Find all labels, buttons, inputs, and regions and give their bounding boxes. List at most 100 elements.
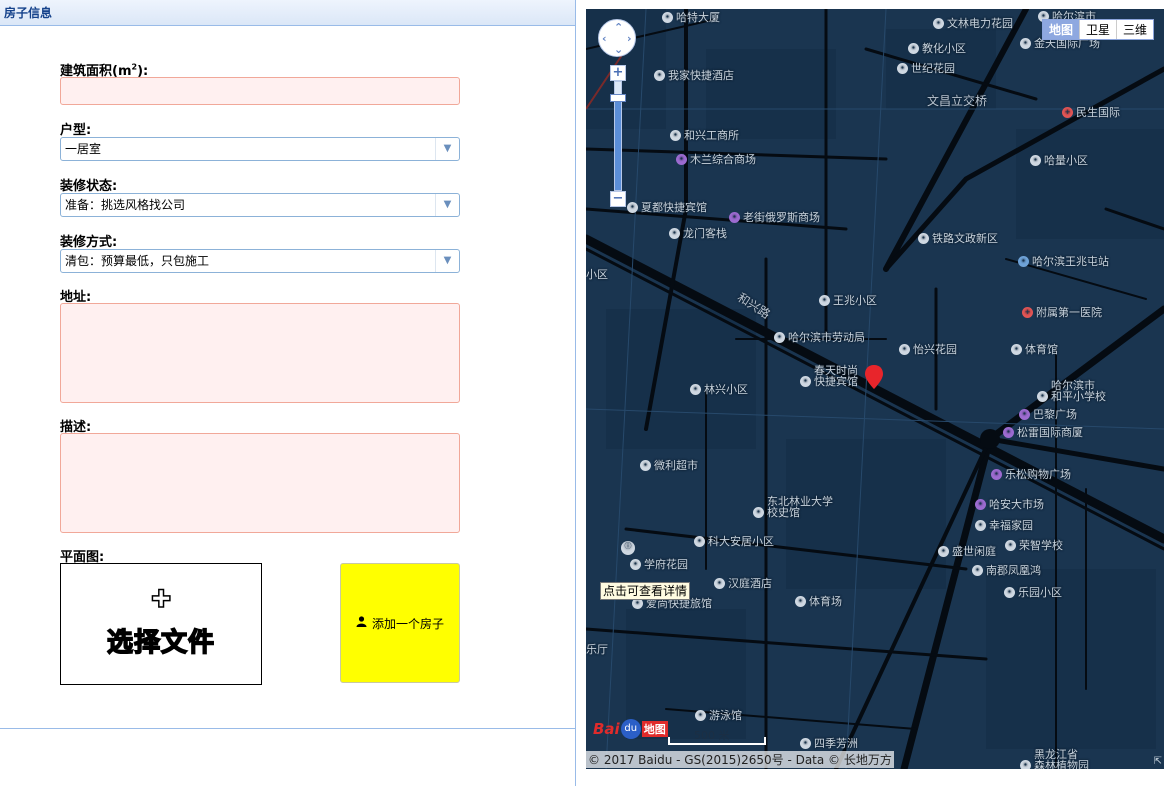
shopping-icon: • xyxy=(729,211,740,223)
poi[interactable]: • 老街俄罗斯商场 xyxy=(729,209,820,225)
poi[interactable]: • 木兰综合商场 xyxy=(676,151,756,167)
chevron-up-icon[interactable]: ⌃ xyxy=(614,21,623,34)
poi[interactable]: • 哈量小区 xyxy=(1030,152,1088,168)
poi[interactable]: • 荣智学校 xyxy=(1005,537,1063,553)
poi[interactable]: • 四季芳洲 xyxy=(800,735,858,751)
map-info-icon[interactable]: ⓘ xyxy=(621,541,638,555)
poi-label: 乐园小区 xyxy=(1018,586,1062,599)
choose-file-button[interactable]: ✚ 选择文件 xyxy=(60,563,262,685)
zoom-slider-handle[interactable] xyxy=(610,94,626,103)
description-textarea[interactable] xyxy=(60,433,460,533)
poi[interactable]: • 王兆小区 xyxy=(819,292,877,308)
chevron-left-icon[interactable]: ‹ xyxy=(602,32,607,45)
map-type-button[interactable]: 地图 xyxy=(1042,20,1079,39)
poi[interactable]: + 附属第一医院 xyxy=(1022,304,1102,320)
map-type-button[interactable]: 三维 xyxy=(1115,20,1153,39)
poi[interactable]: 东北林业大学 • 校史馆 xyxy=(753,496,833,518)
decoration-method-select[interactable]: 清包：预算最低，只包施工 ▼ xyxy=(60,249,460,273)
add-house-button[interactable]: 添加一个房子 xyxy=(340,563,460,683)
pan-control[interactable]: ⌃ ⌄ ‹ › xyxy=(598,19,636,57)
panel-title: 房子信息 xyxy=(0,0,575,26)
poi[interactable]: + 民生国际 xyxy=(1062,104,1120,120)
poi[interactable]: • 盛世闲庭 xyxy=(938,543,996,559)
chevron-down-icon[interactable]: ⌄ xyxy=(614,43,623,56)
poi[interactable]: • 游泳馆 xyxy=(695,707,742,723)
poi[interactable]: • 南郡凤凰鸿 xyxy=(972,562,1041,578)
poi[interactable]: • 乐松购物广场 xyxy=(991,466,1071,482)
poi[interactable]: • 哈特大厦 xyxy=(662,9,720,25)
building-icon: • xyxy=(662,11,673,23)
poi[interactable]: • 哈尔滨王兆屯站 xyxy=(1018,253,1109,269)
shopping-icon: • xyxy=(975,498,986,510)
chevron-right-icon[interactable]: › xyxy=(627,32,632,45)
building-icon: • xyxy=(908,42,919,54)
poi-label: 松雷国际商厦 xyxy=(1017,426,1083,439)
map-type-button[interactable]: 卫星 xyxy=(1078,20,1116,39)
building-icon: • xyxy=(670,129,681,141)
poi-label: 森林植物园 xyxy=(1034,759,1089,769)
chevron-down-icon[interactable]: ▼ xyxy=(435,194,459,216)
poi-label: 夏都快捷宾馆 xyxy=(641,201,707,214)
poi[interactable]: • 体育场 xyxy=(795,593,842,609)
house-type-select[interactable]: 一居室 ▼ xyxy=(60,137,460,161)
hotel-icon: • xyxy=(669,227,680,239)
building-icon: • xyxy=(654,69,665,81)
poi[interactable]: • 龙门客栈 xyxy=(669,225,727,241)
poi-label: 巴黎广场 xyxy=(1033,408,1077,421)
poi[interactable]: • 哈尔滨市劳动局 xyxy=(774,329,865,345)
stadium-icon: • xyxy=(695,709,706,721)
paw-icon: du xyxy=(620,719,641,739)
poi[interactable]: • 夏都快捷宾馆 xyxy=(627,199,707,215)
poi[interactable]: • 微利超市 xyxy=(640,457,698,473)
map-view[interactable]: • 哈特大厦 • 文林电力花园 • 哈尔滨市 • 教化小区 • 金天国际广场 • 我家快捷酒… xyxy=(586,9,1164,769)
hotel-icon: • xyxy=(714,577,725,589)
poi[interactable]: 小区 xyxy=(586,266,608,282)
panel-divider xyxy=(0,728,575,729)
poi[interactable]: 哈尔滨市 • 和平小学校 xyxy=(1037,380,1106,402)
poi[interactable]: • 松雷国际商厦 xyxy=(1003,424,1083,440)
poi[interactable]: • 铁路文政新区 xyxy=(918,230,998,246)
poi[interactable]: • 林兴小区 xyxy=(690,381,748,397)
poi-label: 四季芳洲 xyxy=(814,737,858,750)
poi[interactable]: • 哈安大市场 xyxy=(975,496,1044,512)
poi[interactable]: • 怡兴花园 xyxy=(899,341,957,357)
chevron-down-icon[interactable]: ▼ xyxy=(435,250,459,272)
poi[interactable]: • 我家快捷酒店 xyxy=(654,67,734,83)
poi-label: 哈尔滨市劳动局 xyxy=(788,331,865,344)
poi[interactable]: • 乐园小区 xyxy=(1004,584,1062,600)
shopping-icon: • xyxy=(676,153,687,165)
poi[interactable]: • 科大安居小区 xyxy=(694,533,774,549)
poi[interactable]: • 教化小区 xyxy=(908,40,966,56)
location-marker-icon[interactable] xyxy=(864,364,884,390)
zoom-slider[interactable] xyxy=(610,81,626,191)
poi[interactable]: • 和兴工商所 xyxy=(670,127,739,143)
poi-label: 快捷宾馆 xyxy=(814,375,858,388)
poi-label: 王兆小区 xyxy=(833,294,877,307)
poi[interactable]: 春天时尚 • 快捷宾馆 xyxy=(800,365,858,387)
baidu-logo[interactable]: Bai du 地图 xyxy=(593,719,668,739)
poi[interactable]: • 汉庭酒店 xyxy=(714,575,772,591)
poi[interactable]: 黑龙江省 • 森林植物园 xyxy=(1020,749,1089,769)
zoom-in-button[interactable]: + xyxy=(610,65,626,81)
building-icon: • xyxy=(690,383,701,395)
poi[interactable]: • 文林电力花园 xyxy=(933,15,1013,31)
resize-icon[interactable]: ⇱ xyxy=(1154,756,1162,767)
chevron-down-icon[interactable]: ▼ xyxy=(435,138,459,160)
decoration-status-select[interactable]: 准备：挑选风格找公司 ▼ xyxy=(60,193,460,217)
poi[interactable]: • 巴黎广场 xyxy=(1019,406,1077,422)
poi-label: 哈特大厦 xyxy=(676,11,720,24)
poi[interactable]: • 世纪花园 xyxy=(897,60,955,76)
poi-label: 木兰综合商场 xyxy=(690,153,756,166)
poi-label: 哈尔滨王兆屯站 xyxy=(1032,255,1109,268)
address-textarea[interactable] xyxy=(60,303,460,403)
poi[interactable]: • 体育馆 xyxy=(1011,341,1058,357)
building-icon: • xyxy=(1004,586,1015,598)
poi[interactable]: • 幸福家园 xyxy=(975,517,1033,533)
hospital-icon: + xyxy=(1022,306,1033,318)
poi[interactable]: 乐厅 xyxy=(586,641,608,657)
poi[interactable]: • 学府花园 xyxy=(630,556,688,572)
marker-tooltip: 点击可查看详情 xyxy=(600,582,691,600)
zoom-out-button[interactable]: − xyxy=(610,191,626,207)
area-input[interactable] xyxy=(60,77,460,105)
scale-bar xyxy=(668,737,766,745)
